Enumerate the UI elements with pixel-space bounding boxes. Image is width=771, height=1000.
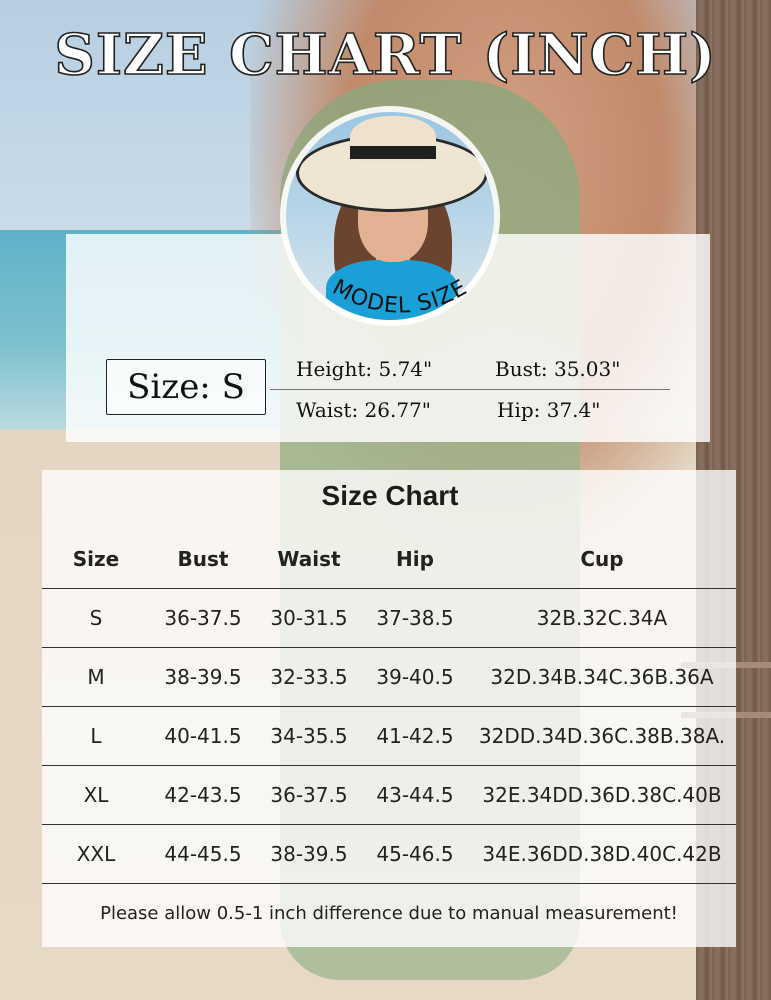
cell-size: XL xyxy=(42,765,150,825)
cell-cup: 32D.34B.34C.36B.36A xyxy=(468,647,736,707)
header-size: Size xyxy=(72,547,120,571)
model-size-caption: MODEL SIZE xyxy=(328,275,472,319)
cell-bust: 38-39.5 xyxy=(150,647,256,707)
cell-cup: 32E.34DD.36D.38C.40B xyxy=(468,765,736,825)
table-row: S 36-37.5 30-31.5 37-38.5 32B.32C.34A xyxy=(42,588,736,648)
cell-size: XXL xyxy=(42,824,150,884)
cell-hip: 45-46.5 xyxy=(362,824,468,884)
table-row: XL 42-43.5 36-37.5 43-44.5 32E.34DD.36D.… xyxy=(42,765,736,825)
size-chart-graphic: SIZE CHART (INCH) MODEL SIZE Size: S Hei… xyxy=(0,0,771,1000)
table-header-row: Size Bust Waist Hip Cup xyxy=(42,530,736,589)
cell-waist: 36-37.5 xyxy=(256,765,362,825)
measurement-note: Please allow 0.5-1 inch difference due t… xyxy=(42,883,736,942)
cell-hip: 39-40.5 xyxy=(362,647,468,707)
cell-size: S xyxy=(42,588,150,648)
cell-hip: 41-42.5 xyxy=(362,706,468,766)
cell-cup: 32DD.34D.36C.38B.38A. xyxy=(468,706,736,766)
model-size-badge: Size: S xyxy=(106,359,266,415)
size-table: Size Bust Waist Hip Cup S 36-37.5 30-31.… xyxy=(42,530,736,942)
size-chart-title: Size Chart xyxy=(321,480,459,511)
cell-hip: 43-44.5 xyxy=(362,765,468,825)
cell-hip: 37-38.5 xyxy=(362,588,468,648)
header-bust: Bust xyxy=(177,547,229,571)
header-waist: Waist xyxy=(277,547,341,571)
model-waist: Waist: 26.77" xyxy=(296,398,431,422)
cell-bust: 42-43.5 xyxy=(150,765,256,825)
cell-cup: 34E.36DD.38D.40C.42B xyxy=(468,824,736,884)
header-cup: Cup xyxy=(580,547,624,571)
page-title: SIZE CHART (INCH) xyxy=(54,21,717,89)
cell-size: L xyxy=(42,706,150,766)
divider xyxy=(270,389,670,390)
cell-bust: 40-41.5 xyxy=(150,706,256,766)
cell-size: M xyxy=(42,647,150,707)
header-hip: Hip xyxy=(396,547,434,571)
table-row: XXL 44-45.5 38-39.5 45-46.5 34E.36DD.38D… xyxy=(42,824,736,884)
svg-text:MODEL SIZE: MODEL SIZE xyxy=(328,275,472,319)
cell-cup: 32B.32C.34A xyxy=(468,588,736,648)
cell-waist: 38-39.5 xyxy=(256,824,362,884)
cell-waist: 30-31.5 xyxy=(256,588,362,648)
cell-waist: 34-35.5 xyxy=(256,706,362,766)
table-row: L 40-41.5 34-35.5 41-42.5 32DD.34D.36C.3… xyxy=(42,706,736,766)
table-note-row: Please allow 0.5-1 inch difference due t… xyxy=(42,883,736,942)
cell-bust: 36-37.5 xyxy=(150,588,256,648)
model-height: Height: 5.74" xyxy=(296,357,433,381)
table-row: M 38-39.5 32-33.5 39-40.5 32D.34B.34C.36… xyxy=(42,647,736,707)
model-bust: Bust: 35.03" xyxy=(495,357,621,381)
cell-bust: 44-45.5 xyxy=(150,824,256,884)
cell-waist: 32-33.5 xyxy=(256,647,362,707)
model-hip: Hip: 37.4" xyxy=(497,398,601,422)
